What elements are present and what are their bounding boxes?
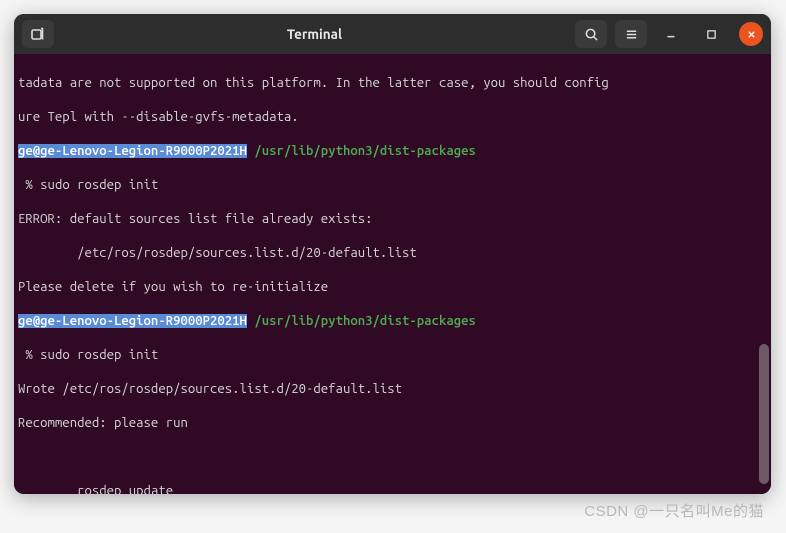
output-line: Please delete if you wish to re-initiali… bbox=[18, 279, 765, 296]
new-tab-icon bbox=[30, 26, 46, 42]
prompt-line: ge@ge-Lenovo-Legion-R9000P2021H /usr/lib… bbox=[18, 313, 765, 330]
titlebar: Terminal bbox=[14, 14, 771, 54]
command-text: sudo rosdep init bbox=[40, 178, 158, 192]
command-line: % sudo rosdep init bbox=[18, 177, 765, 194]
output-line: Recommended: please run bbox=[18, 415, 765, 432]
prompt-line: ge@ge-Lenovo-Legion-R9000P2021H /usr/lib… bbox=[18, 143, 765, 160]
output-line: ure Tepl with --disable-gvfs-metadata. bbox=[18, 109, 765, 126]
command-text: sudo rosdep init bbox=[40, 348, 158, 362]
search-icon bbox=[584, 27, 599, 42]
output-line: ERROR: default sources list file already… bbox=[18, 211, 765, 228]
new-tab-button[interactable] bbox=[22, 20, 54, 48]
minimize-button[interactable] bbox=[655, 20, 687, 48]
close-button[interactable] bbox=[739, 22, 763, 46]
minimize-icon bbox=[664, 27, 678, 41]
prompt-symbol: % bbox=[18, 178, 40, 192]
output-line bbox=[18, 449, 765, 466]
output-line: rosdep update bbox=[18, 483, 765, 494]
terminal-output[interactable]: tadata are not supported on this platfor… bbox=[14, 54, 771, 494]
menu-button[interactable] bbox=[615, 20, 647, 48]
window-title: Terminal bbox=[62, 26, 567, 42]
watermark: CSDN @一只名叫Me的猫 bbox=[584, 500, 764, 521]
search-button[interactable] bbox=[575, 20, 607, 48]
output-line: Wrote /etc/ros/rosdep/sources.list.d/20-… bbox=[18, 381, 765, 398]
hamburger-icon bbox=[624, 27, 639, 42]
prompt-path: /usr/lib/python3/dist-packages bbox=[254, 144, 476, 158]
maximize-icon bbox=[705, 28, 718, 41]
command-line: % sudo rosdep init bbox=[18, 347, 765, 364]
terminal-window: Terminal tadata are not supp bbox=[14, 14, 771, 494]
prompt-host: ge@ge-Lenovo-Legion-R9000P2021H bbox=[18, 314, 247, 328]
prompt-path: /usr/lib/python3/dist-packages bbox=[254, 314, 476, 328]
prompt-host: ge@ge-Lenovo-Legion-R9000P2021H bbox=[18, 144, 247, 158]
scrollbar-thumb[interactable] bbox=[759, 344, 769, 484]
maximize-button[interactable] bbox=[695, 20, 727, 48]
output-line: /etc/ros/rosdep/sources.list.d/20-defaul… bbox=[18, 245, 765, 262]
close-icon bbox=[746, 29, 757, 40]
output-line: tadata are not supported on this platfor… bbox=[18, 75, 765, 92]
prompt-symbol: % bbox=[18, 348, 40, 362]
